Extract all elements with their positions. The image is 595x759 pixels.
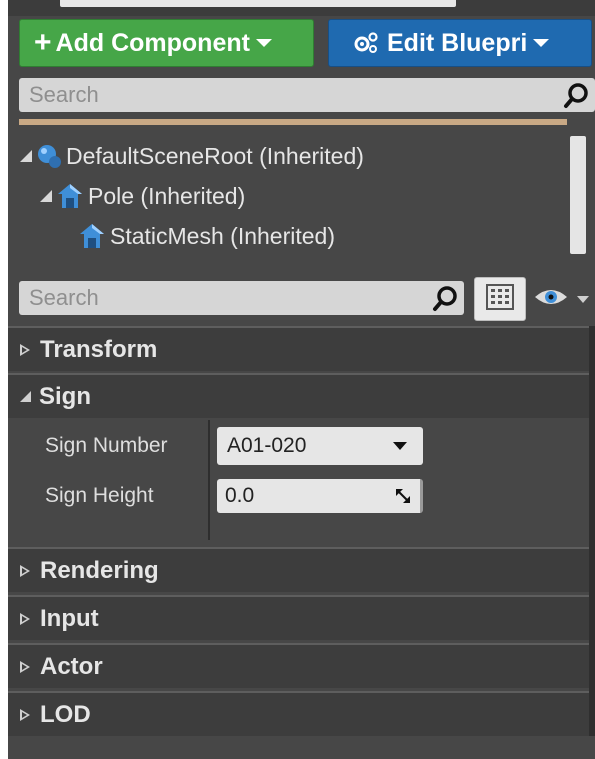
collapsed-arrow-icon — [20, 612, 30, 625]
components-search-input[interactable] — [29, 78, 595, 112]
chevron-down-icon — [255, 39, 272, 47]
chevron-down-icon — [393, 442, 407, 450]
category-actor[interactable]: Actor — [8, 643, 595, 688]
tree-item-static-mesh[interactable]: StaticMesh (Inherited) — [78, 216, 335, 256]
collapsed-arrow-icon — [20, 564, 30, 577]
collapsed-arrow-icon — [20, 708, 30, 721]
property-matrix-button[interactable] — [474, 277, 526, 321]
category-label: Input — [40, 604, 99, 632]
collapsed-arrow-icon — [20, 660, 30, 673]
drag-handle-icon[interactable] — [394, 487, 412, 511]
category-label: Rendering — [40, 556, 159, 584]
sign-number-label: Sign Number — [45, 434, 168, 457]
details-scrollbar[interactable] — [589, 326, 595, 736]
column-divider[interactable] — [208, 420, 210, 540]
collapsed-arrow-icon — [20, 343, 30, 356]
tree-item-label: Pole (Inherited) — [88, 182, 246, 209]
tree-item-default-scene-root[interactable]: DefaultSceneRoot (Inherited) — [20, 136, 364, 176]
category-label: LOD — [40, 700, 91, 728]
chevron-down-icon — [577, 295, 589, 303]
view-options-button[interactable] — [533, 284, 593, 314]
edit-blueprint-label: Edit Bluepri — [387, 28, 528, 57]
sign-height-field[interactable]: 0.0 — [217, 479, 423, 513]
static-mesh-icon — [78, 222, 106, 250]
sign-height-value: 0.0 — [225, 484, 255, 507]
details-search-input[interactable] — [29, 281, 464, 315]
scene-root-sphere-icon — [36, 143, 62, 169]
expand-arrow-icon[interactable] — [40, 190, 52, 202]
category-label: Actor — [40, 652, 103, 680]
edit-blueprint-button[interactable]: Edit Bluepri — [328, 19, 592, 67]
category-label: Sign — [39, 382, 91, 410]
components-search-box — [19, 78, 595, 112]
panel-tab[interactable] — [60, 0, 456, 7]
add-component-label: Add Component — [55, 28, 250, 57]
details-search-box — [19, 281, 464, 315]
category-rendering[interactable]: Rendering — [8, 547, 595, 592]
component-tree: DefaultSceneRoot (Inherited) Pole (Inher… — [8, 130, 595, 262]
sign-number-value: A01-020 — [227, 434, 307, 457]
expand-arrow-icon[interactable] — [20, 150, 32, 162]
component-tree-scrollbar[interactable] — [570, 136, 586, 254]
eye-icon — [533, 285, 575, 314]
tree-item-label: StaticMesh (Inherited) — [110, 222, 335, 249]
sign-height-label: Sign Height — [45, 484, 154, 507]
chevron-down-icon — [533, 39, 550, 47]
static-mesh-icon — [56, 182, 84, 210]
category-input[interactable]: Input — [8, 595, 595, 640]
grid-icon — [486, 283, 514, 315]
expanded-arrow-icon — [20, 391, 31, 402]
category-lod[interactable]: LOD — [8, 691, 595, 736]
search-icon[interactable] — [432, 285, 460, 318]
category-label: Transform — [40, 335, 158, 363]
tree-item-label: DefaultSceneRoot (Inherited) — [66, 142, 364, 169]
selection-highlight-bar — [19, 119, 567, 125]
search-icon[interactable] — [563, 82, 591, 115]
panel-top-strip — [8, 0, 595, 16]
gear-icon — [353, 31, 379, 55]
components-details-panel: + Add Component Edit Bluepri Search Defa… — [8, 0, 595, 759]
add-component-button[interactable]: + Add Component — [19, 19, 314, 67]
tree-item-pole[interactable]: Pole (Inherited) — [40, 176, 245, 216]
sign-number-dropdown[interactable]: A01-020 — [217, 427, 423, 465]
category-sign[interactable]: Sign — [8, 373, 595, 418]
panel-footer — [8, 736, 595, 759]
category-transform[interactable]: Transform — [8, 326, 595, 371]
plus-icon: + — [34, 26, 52, 59]
